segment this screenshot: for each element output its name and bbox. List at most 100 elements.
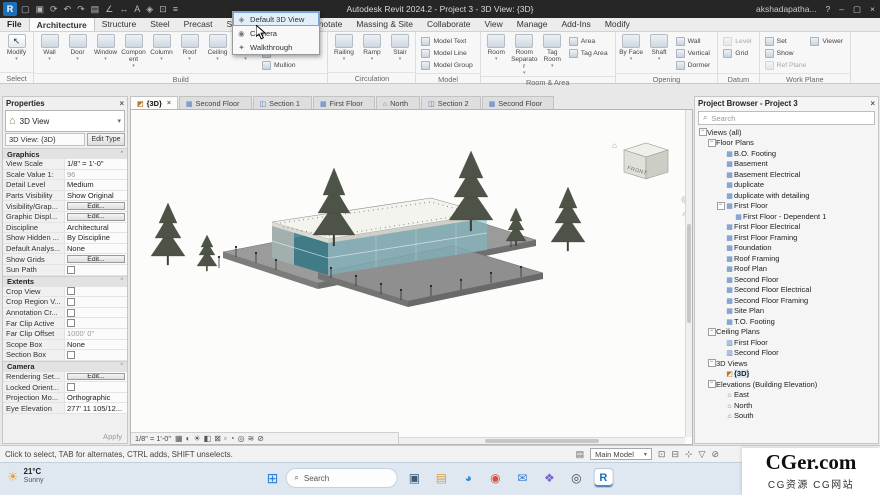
- close-view-icon[interactable]: ×: [167, 100, 171, 107]
- dropdown-menu-item[interactable]: ◉ Camera: [233, 26, 319, 40]
- panel-label-room-area[interactable]: Room & Area: [481, 76, 615, 87]
- revit-app-icon[interactable]: R: [3, 2, 17, 16]
- weather-widget[interactable]: ☀ 21°C Sunny: [7, 468, 44, 485]
- property-row[interactable]: Sun Path: [3, 265, 127, 276]
- tree-item[interactable]: Views (all): [695, 127, 878, 138]
- ribbon-button[interactable]: Room: [483, 33, 510, 76]
- view-control-icon[interactable]: ⊠: [214, 434, 221, 443]
- tree-item[interactable]: Roof Framing: [695, 253, 878, 264]
- ribbon-button-small[interactable]: Area: [569, 36, 611, 47]
- view-control-icon[interactable]: ◐: [186, 434, 191, 443]
- ribbon-button[interactable]: Window: [92, 33, 119, 73]
- view-tab[interactable]: Second Floor: [482, 96, 555, 109]
- tree-expander[interactable]: [698, 128, 707, 136]
- property-row[interactable]: Discipline Architectural: [3, 223, 127, 234]
- qat-icon[interactable]: A: [134, 0, 140, 18]
- qat-icon[interactable]: ▣: [36, 0, 45, 18]
- ribbon-button-small[interactable]: Level: [723, 36, 754, 47]
- qat-icon[interactable]: ⊡: [159, 0, 167, 18]
- tree-item[interactable]: Floor Plans: [695, 138, 878, 149]
- property-row[interactable]: Annotation Cr...: [3, 308, 127, 319]
- ribbon-button-small[interactable]: Vertical: [676, 48, 714, 59]
- ribbon-tab[interactable]: File: [0, 17, 29, 31]
- property-row[interactable]: Far Clip Active: [3, 318, 127, 329]
- property-row[interactable]: Scope Box None: [3, 340, 127, 351]
- tree-item[interactable]: Second Floor: [695, 348, 878, 359]
- view-tab[interactable]: {3D} ×: [130, 96, 178, 109]
- ribbon-tab[interactable]: Manage: [510, 17, 555, 31]
- panel-label-opening[interactable]: Opening: [616, 73, 718, 84]
- ribbon-button[interactable]: Tag Room: [539, 33, 566, 76]
- close-project-browser-icon[interactable]: ×: [870, 99, 875, 108]
- section-header-graphics[interactable]: Graphics: [3, 148, 127, 159]
- property-row[interactable]: Section Box: [3, 350, 127, 361]
- ribbon-button-small[interactable]: Mullion: [262, 60, 323, 71]
- property-row[interactable]: Crop View: [3, 287, 127, 298]
- view-scale-control[interactable]: 1/8" = 1'-0": [135, 434, 171, 443]
- view-control-icon[interactable]: ◧: [204, 434, 212, 443]
- taskbar-app-icon[interactable]: ✉: [512, 468, 532, 488]
- ribbon-button-small[interactable]: Grid: [723, 48, 754, 59]
- instance-selector[interactable]: 3D View: {3D}: [5, 133, 85, 146]
- tree-item[interactable]: First Floor Framing: [695, 232, 878, 243]
- tree-item[interactable]: duplicate: [695, 180, 878, 191]
- view-control-icon[interactable]: ◔: [230, 434, 235, 443]
- property-row[interactable]: Default Analys... None: [3, 244, 127, 255]
- ribbon-button[interactable]: Ramp: [358, 33, 385, 72]
- start-button[interactable]: ⊞: [267, 468, 279, 488]
- property-row[interactable]: Show Hidden ... By Discipline: [3, 233, 127, 244]
- ribbon-button-small[interactable]: Tag Area: [569, 48, 611, 59]
- viewcube-home-icon[interactable]: ⌂: [612, 141, 617, 150]
- ribbon-button-small[interactable]: Model Group: [421, 60, 475, 71]
- taskbar-app-icon[interactable]: ❖: [539, 468, 559, 488]
- ribbon-button[interactable]: Stair: [386, 33, 413, 72]
- edit-type-button[interactable]: Edit Type: [87, 133, 125, 146]
- tree-item[interactable]: B.O. Footing: [695, 148, 878, 159]
- ribbon-tab[interactable]: Massing & Site: [349, 17, 420, 31]
- tree-item[interactable]: North: [695, 400, 878, 411]
- property-row[interactable]: Detail Level Medium: [3, 180, 127, 191]
- ribbon-tab[interactable]: Architecture: [29, 17, 95, 31]
- dropdown-menu-item[interactable]: ✦ Walkthrough: [233, 40, 319, 54]
- type-selector[interactable]: ⌂ 3D View ▾: [5, 110, 125, 132]
- view-control-icon[interactable]: ☀: [193, 434, 200, 443]
- qat-icon[interactable]: ∠: [105, 0, 113, 18]
- tree-expander[interactable]: [707, 380, 716, 388]
- ribbon-button[interactable]: Ceiling: [204, 33, 231, 73]
- section-header-extents[interactable]: Extents: [3, 276, 127, 287]
- tree-item[interactable]: Basement: [695, 159, 878, 170]
- tree-item[interactable]: T.O. Footing: [695, 316, 878, 327]
- design-option-select[interactable]: Main Model: [590, 448, 652, 460]
- view-control-icon[interactable]: ▫: [224, 434, 227, 443]
- signed-in-user[interactable]: akshadapatha...: [756, 4, 817, 14]
- qat-icon[interactable]: ▤: [91, 0, 100, 18]
- ribbon-button[interactable]: Door: [64, 33, 91, 73]
- property-row[interactable]: Far Clip Offset 1000' 0": [3, 329, 127, 340]
- tree-item[interactable]: First Floor: [695, 201, 878, 212]
- ribbon-button-small[interactable]: Ref Plane: [765, 60, 810, 71]
- ribbon-button[interactable]: By Face: [618, 33, 645, 73]
- view-control-icon[interactable]: ◎: [238, 434, 245, 443]
- ribbon-button-small[interactable]: Wall: [676, 36, 714, 47]
- ribbon-button[interactable]: Shaft: [646, 33, 673, 73]
- qat-icon[interactable]: ⟳: [50, 0, 58, 18]
- ribbon-tab[interactable]: Add-Ins: [555, 17, 598, 31]
- drawing-area[interactable]: ⌂ FRONT ◎ ⌕ 1/8" = 1'-0" ▦ ◐ ☀ ◧ ⊠: [130, 109, 693, 445]
- property-row[interactable]: Show Grids Edit...: [3, 254, 127, 265]
- tree-item[interactable]: Second Floor: [695, 274, 878, 285]
- tree-item[interactable]: First Floor - Dependent 1: [695, 211, 878, 222]
- property-row[interactable]: View Scale 1/8" = 1'-0": [3, 159, 127, 170]
- modify-button[interactable]: ↖ Modify: [2, 33, 31, 72]
- minimize-icon[interactable]: –: [839, 4, 844, 14]
- ribbon-button-small[interactable]: Model Text: [421, 36, 475, 47]
- ribbon-button-small[interactable]: Show: [765, 48, 810, 59]
- ribbon-tab[interactable]: Collaborate: [420, 17, 477, 31]
- section-header-camera[interactable]: Camera: [3, 361, 127, 372]
- taskbar-search[interactable]: ⌕ Search: [285, 468, 397, 488]
- panel-label-select[interactable]: Select: [0, 72, 33, 83]
- taskbar-app-icon[interactable]: ◉: [485, 468, 505, 488]
- property-row[interactable]: Rendering Set... Edit...: [3, 372, 127, 383]
- tree-item[interactable]: First Floor Electrical: [695, 222, 878, 233]
- qat-icon[interactable]: ◈: [146, 0, 153, 18]
- taskbar-app-icon[interactable]: ▤: [431, 468, 451, 488]
